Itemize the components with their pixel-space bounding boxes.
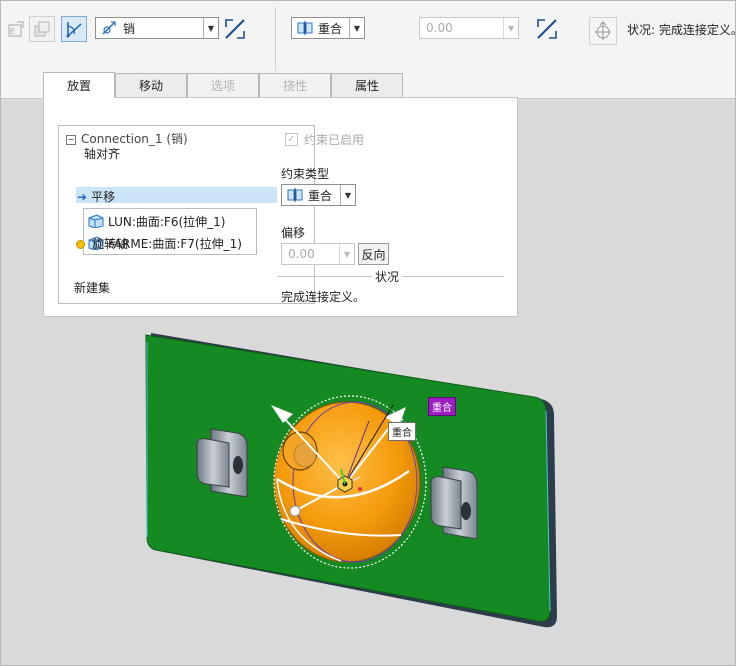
- chevron-down-icon: ▼: [203, 18, 218, 38]
- status-dot-icon: [76, 240, 85, 249]
- translation-label: 平移: [91, 190, 116, 204]
- flip-offset-icon[interactable]: [535, 17, 559, 41]
- checkbox-icon: ✓: [285, 133, 298, 146]
- offset-label: 偏移: [281, 226, 306, 240]
- chevron-down-icon: ▼: [503, 18, 518, 38]
- pin-icon: [101, 20, 119, 36]
- mechanism-connection-icon[interactable]: [61, 16, 87, 42]
- offset-value: 0.00: [426, 21, 453, 35]
- panel-offset-value: 0.00: [288, 247, 315, 261]
- surface-icon: [88, 214, 104, 229]
- status-group-title: 状况: [372, 268, 403, 285]
- constraint-enabled-checkbox[interactable]: ✓ 约束已启用: [285, 131, 364, 148]
- constraint-tree: − Connection_1 (销) 轴对齐 ➜ 平移 LUN:曲面:F6(拉伸_1…: [58, 125, 315, 304]
- axis-align-node[interactable]: 轴对齐: [84, 145, 120, 162]
- arrow-right-icon: ➜: [77, 190, 88, 204]
- constraint-tag-1[interactable]: 重合: [428, 397, 456, 416]
- panel-offset-input[interactable]: 0.00 ▼: [281, 243, 355, 265]
- status-message: 完成连接定义。: [281, 290, 366, 304]
- connection-name: Connection_1 (销): [81, 132, 188, 146]
- tab-options: 选项: [187, 73, 259, 97]
- status-value: 完成连接定义。: [658, 23, 736, 37]
- offset-input[interactable]: 0.00 ▼: [419, 17, 519, 39]
- constraint-type-value: 重合: [318, 21, 343, 36]
- status-icon: [589, 17, 617, 45]
- coincident-icon: [297, 21, 315, 35]
- panel-constraint-type-dropdown[interactable]: 重合 ▼: [281, 184, 356, 206]
- toolbar-status: 状况: 完成连接定义。: [627, 21, 736, 38]
- copy-constraint-icon[interactable]: [29, 16, 55, 42]
- coincident-icon: [287, 188, 305, 202]
- reference-label: FARME:曲面:F7(拉伸_1): [108, 236, 242, 251]
- flip-icon[interactable]: [223, 17, 247, 41]
- connection-type-value: 销: [123, 21, 136, 36]
- reverse-button[interactable]: 反向: [358, 243, 389, 265]
- tab-flexibility: 挠性: [259, 73, 331, 97]
- placement-panel: − Connection_1 (销) 轴对齐 ➜ 平移 LUN:曲面:F6(拉伸_1…: [43, 97, 518, 317]
- connection-type-dropdown[interactable]: 销 ▼: [95, 17, 219, 39]
- new-set-link[interactable]: 新建集: [74, 279, 110, 296]
- tab-move[interactable]: 移动: [115, 73, 187, 97]
- constraint-type-label: 约束类型: [281, 167, 330, 181]
- rotation-axis-label: 旋转轴: [92, 237, 129, 251]
- constraint-tag-2[interactable]: 重合: [388, 422, 416, 441]
- constraint-type-dropdown[interactable]: 重合 ▼: [291, 17, 365, 39]
- svg-text:E: E: [10, 27, 15, 36]
- chevron-down-icon: ▼: [340, 185, 355, 205]
- panel-constraint-type-value: 重合: [308, 188, 333, 203]
- collapse-icon[interactable]: −: [66, 134, 76, 145]
- constraint-enabled-label: 约束已启用: [304, 133, 365, 147]
- user-defined-icon[interactable]: E: [4, 17, 28, 41]
- translation-node[interactable]: ➜ 平移: [77, 188, 115, 205]
- tab-properties[interactable]: 属性: [331, 73, 403, 97]
- tab-placement[interactable]: 放置: [43, 72, 115, 98]
- chevron-down-icon: ▼: [339, 244, 354, 264]
- rotation-axis-node[interactable]: 旋转轴: [76, 235, 128, 252]
- reference-item-lun[interactable]: LUN:曲面:F6(拉伸_1): [88, 211, 225, 231]
- toolbar-separator: [275, 7, 276, 71]
- reference-label: LUN:曲面:F6(拉伸_1): [108, 214, 226, 229]
- status-label: 状况:: [627, 23, 656, 37]
- chevron-down-icon: ▼: [349, 18, 364, 38]
